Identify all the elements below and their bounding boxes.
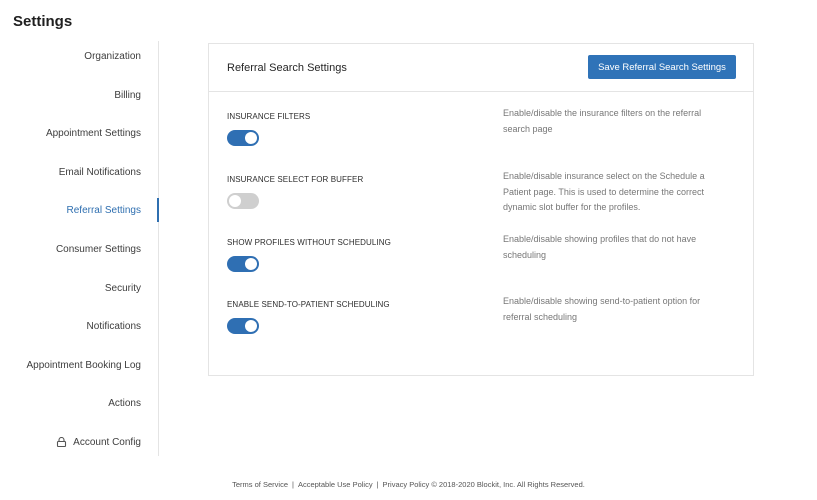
setting-enable-send-to-patient-scheduling: ENABLE SEND-TO-PATIENT SCHEDULING Enable…	[209, 296, 753, 360]
send-to-patient-scheduling-toggle[interactable]	[227, 318, 259, 334]
setting-label: INSURANCE SELECT FOR BUFFER	[227, 175, 364, 184]
sidebar-item-consumer-settings[interactable]: Consumer Settings	[0, 237, 158, 261]
setting-label: ENABLE SEND-TO-PATIENT SCHEDULING	[227, 300, 390, 309]
sidebar-item-security[interactable]: Security	[0, 276, 158, 300]
sidebar-item-notifications[interactable]: Notifications	[0, 314, 158, 338]
insurance-filters-toggle[interactable]	[227, 130, 259, 146]
setting-description: Enable/disable showing send-to-patient o…	[503, 296, 701, 322]
footer-separator: |	[292, 480, 294, 489]
page-title: Settings	[13, 13, 73, 30]
settings-sidebar: Organization Billing Appointment Setting…	[0, 41, 159, 456]
copyright-text: © 2018-2020 Blockit, Inc. All Rights Res…	[431, 480, 585, 489]
sidebar-item-organization[interactable]: Organization	[0, 44, 158, 68]
sidebar-item-label: Appointment Booking Log	[26, 359, 141, 371]
acceptable-use-policy-link[interactable]: Acceptable Use Policy	[298, 480, 373, 489]
referral-search-settings-panel: Referral Search Settings Save Referral S…	[208, 43, 754, 376]
save-referral-search-settings-button[interactable]: Save Referral Search Settings	[588, 55, 736, 79]
setting-description: Enable/disable the insurance filters on …	[503, 108, 702, 134]
sidebar-item-label: Organization	[84, 50, 141, 62]
lock-icon	[57, 437, 67, 447]
sidebar-item-billing[interactable]: Billing	[0, 83, 158, 107]
panel-title: Referral Search Settings	[227, 62, 347, 74]
sidebar-item-label: Notifications	[86, 320, 141, 332]
setting-insurance-select-for-buffer: INSURANCE SELECT FOR BUFFER Enable/disab…	[209, 171, 753, 235]
sidebar-item-actions[interactable]: Actions	[0, 391, 158, 415]
setting-label: INSURANCE FILTERS	[227, 112, 311, 121]
sidebar-item-label: Actions	[108, 397, 141, 409]
sidebar-item-label: Email Notifications	[58, 166, 141, 178]
sidebar-item-referral-settings[interactable]: Referral Settings	[0, 198, 159, 222]
toggle-knob	[245, 258, 257, 270]
setting-show-profiles-without-scheduling: SHOW PROFILES WITHOUT SCHEDULING Enable/…	[209, 234, 753, 298]
toggle-knob	[229, 195, 241, 207]
sidebar-item-label: Account Config	[73, 436, 141, 448]
page-footer: Terms of Service | Acceptable Use Policy | P…	[0, 480, 817, 489]
sidebar-item-label: Referral Settings	[66, 204, 141, 216]
show-profiles-without-scheduling-toggle[interactable]	[227, 256, 259, 272]
terms-of-service-link[interactable]: Terms of Service	[232, 480, 288, 489]
toggle-knob	[245, 132, 257, 144]
setting-description: Enable/disable showing profiles that do …	[503, 234, 697, 260]
sidebar-item-label: Appointment Settings	[45, 127, 141, 139]
sidebar-item-email-notifications[interactable]: Email Notifications	[0, 160, 158, 184]
toggle-knob	[245, 320, 257, 332]
panel-header: Referral Search Settings Save Referral S…	[209, 44, 753, 92]
insurance-select-for-buffer-toggle[interactable]	[227, 193, 259, 209]
sidebar-item-label: Security	[104, 282, 141, 294]
sidebar-item-label: Billing	[114, 89, 141, 101]
setting-insurance-filters: INSURANCE FILTERS Enable/disable the ins…	[209, 108, 753, 172]
sidebar-item-label: Consumer Settings	[55, 243, 141, 255]
privacy-policy-link[interactable]: Privacy Policy	[383, 480, 430, 489]
sidebar-item-appointment-booking-log[interactable]: Appointment Booking Log	[0, 353, 158, 377]
sidebar-item-appointment-settings[interactable]: Appointment Settings	[0, 121, 158, 145]
footer-separator: |	[376, 480, 379, 489]
sidebar-item-account-config[interactable]: Account Config	[0, 430, 158, 454]
setting-description: Enable/disable insurance select on the S…	[503, 171, 705, 212]
setting-label: SHOW PROFILES WITHOUT SCHEDULING	[227, 238, 391, 247]
